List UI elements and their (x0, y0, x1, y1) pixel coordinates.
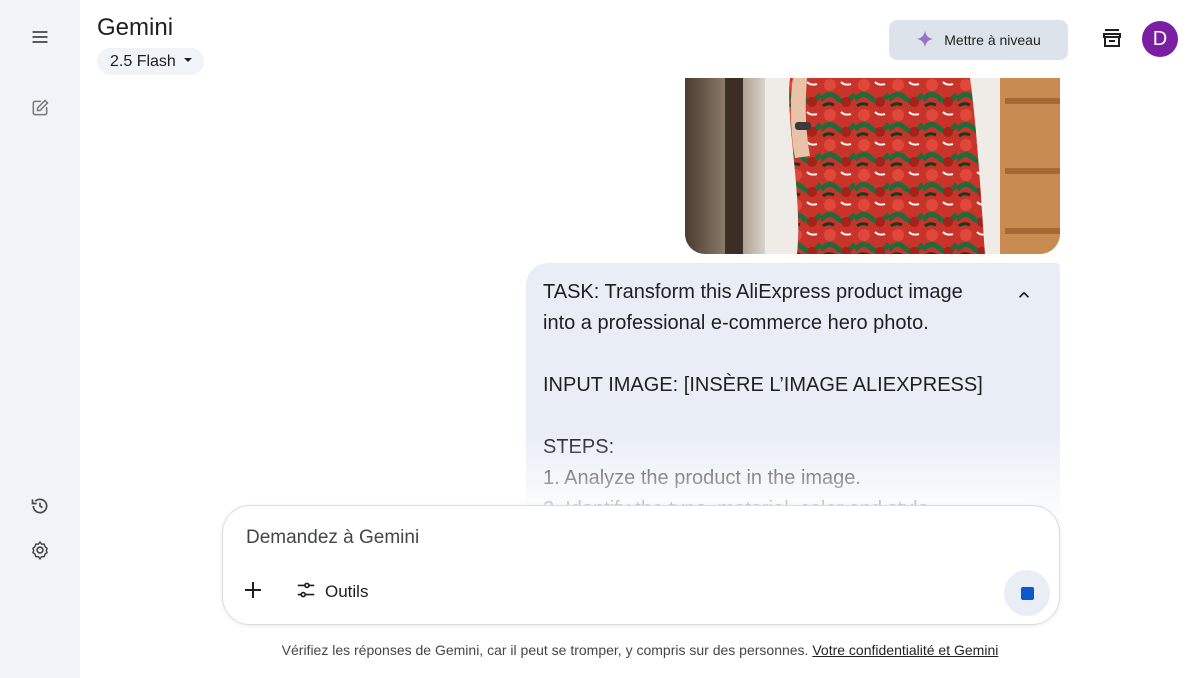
plus-icon (241, 578, 265, 607)
archive-icon (1100, 26, 1124, 55)
app-title: Gemini (97, 14, 174, 41)
prompt-composer: Outils (222, 505, 1060, 625)
new-chat-button[interactable] (20, 90, 60, 130)
collapse-prompt-button[interactable] (1012, 285, 1036, 309)
chevron-up-icon (1015, 286, 1033, 309)
stop-icon (1020, 586, 1034, 600)
disclaimer-text: Vérifiez les réponses de Gemini, car il … (281, 642, 809, 658)
model-label: 2.5 Flash (110, 52, 176, 70)
chevron-down-icon (182, 53, 194, 71)
tools-label: Outils (325, 582, 369, 601)
side-rail (0, 0, 80, 678)
footer-disclaimer: Vérifiez les réponses de Gemini, car il … (0, 642, 1200, 658)
menu-icon (30, 27, 50, 52)
tools-button[interactable]: Outils (287, 576, 376, 608)
privacy-link[interactable]: Votre confidentialité et Gemini (812, 642, 998, 658)
uploaded-product-image[interactable] (685, 78, 1060, 254)
upgrade-button[interactable]: Mettre à niveau (889, 20, 1068, 60)
avatar[interactable]: D (1142, 21, 1178, 57)
add-attachment-button[interactable] (239, 578, 267, 606)
new-chat-icon (30, 98, 50, 123)
sparkle-icon (916, 30, 934, 51)
prompt-input[interactable] (244, 522, 1008, 554)
settings-button[interactable] (20, 532, 60, 572)
activity-icon (30, 496, 50, 521)
stop-generation-button[interactable] (1004, 570, 1050, 616)
activity-button[interactable] (20, 488, 60, 528)
temporary-chat-button[interactable] (1094, 22, 1130, 58)
menu-button[interactable] (20, 19, 60, 59)
tune-icon (295, 579, 317, 606)
settings-icon (30, 540, 50, 565)
upgrade-label: Mettre à niveau (944, 32, 1041, 48)
model-selector[interactable]: 2.5 Flash (97, 48, 204, 75)
